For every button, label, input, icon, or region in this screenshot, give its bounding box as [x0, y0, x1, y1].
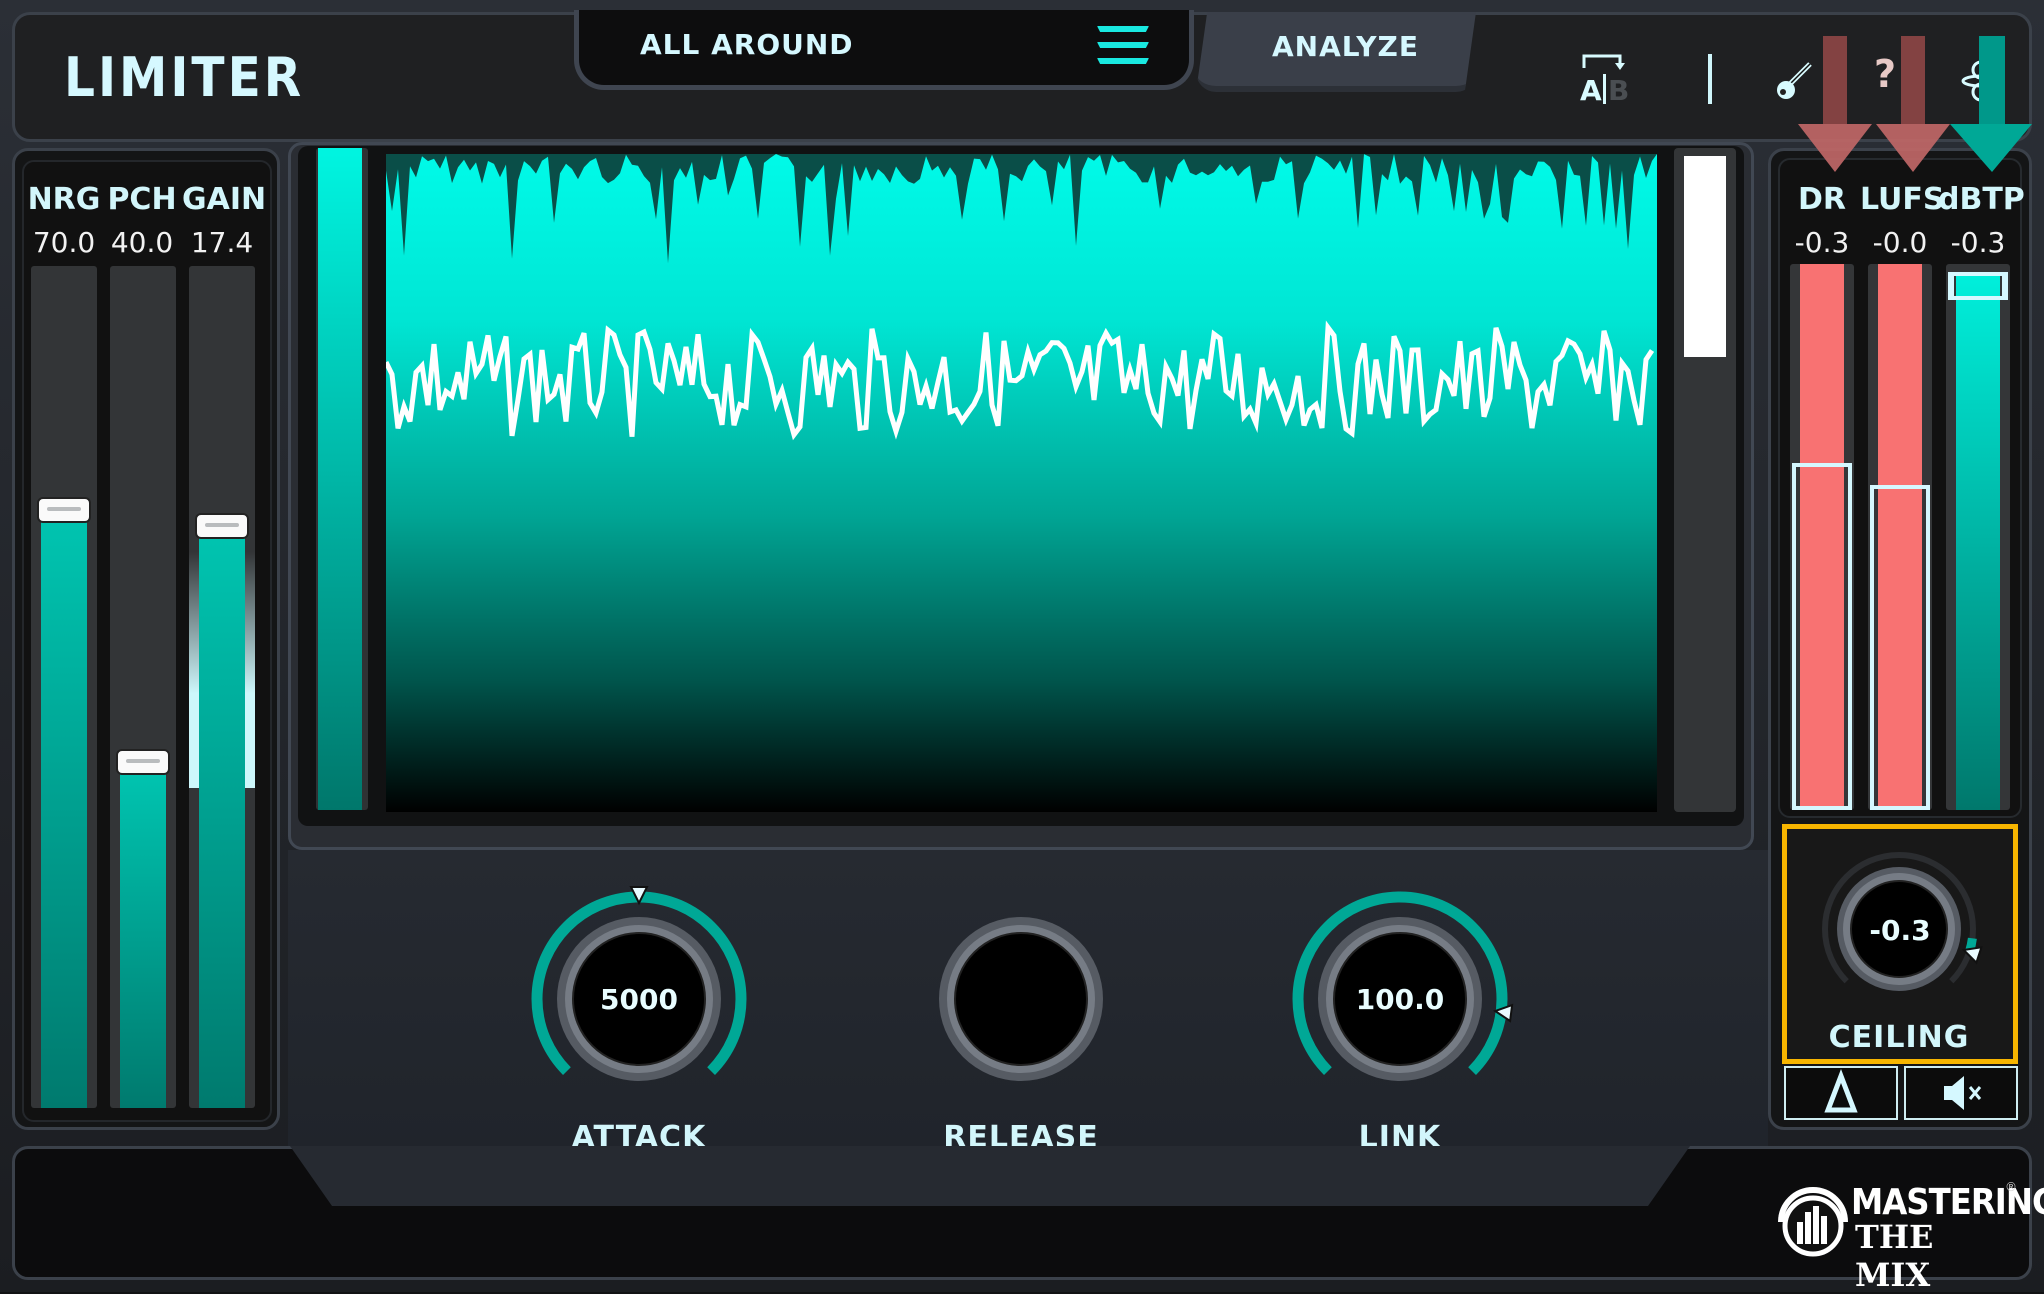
nrg-value[interactable]: 70.0 — [24, 226, 104, 259]
annotation-arrow-dr — [1798, 36, 1872, 172]
waveform-display — [386, 154, 1657, 812]
pch-value[interactable]: 40.0 — [102, 226, 182, 259]
dr-label: DR — [1797, 182, 1846, 217]
footer-notch — [290, 1146, 1690, 1206]
preset-menu-icon[interactable] — [1097, 26, 1149, 70]
dbtp-value: -0.3 — [1950, 226, 2006, 259]
gain-reduction-fill — [1684, 156, 1726, 357]
svg-text:A: A — [1580, 74, 1602, 104]
nrg-slider-fill — [41, 518, 87, 1108]
waveform-svg — [386, 154, 1657, 441]
lufs-meter — [1868, 264, 1932, 810]
svg-text:B: B — [1608, 74, 1629, 104]
mute-icon — [1944, 1076, 1982, 1110]
nrg-slider-handle[interactable] — [37, 496, 91, 523]
input-level-meter — [316, 148, 368, 810]
gain-reduction-trace — [386, 154, 1657, 264]
dr-target-bracket — [1792, 463, 1852, 810]
ab-compare-icon[interactable]: A B — [1578, 52, 1630, 104]
lufs-value: -0.0 — [1872, 226, 1928, 259]
nrg-label: NRG — [27, 182, 101, 217]
dr-value: -0.3 — [1794, 226, 1850, 259]
ceiling-value[interactable]: -0.3 — [1840, 914, 1960, 947]
dbtp-target-bracket — [1948, 272, 2008, 301]
brand-registered: ® — [2005, 1180, 2017, 1194]
gain-label: GAIN — [182, 182, 267, 217]
brand-line2: THE MIX — [1855, 1218, 1934, 1294]
annotation-arrows — [1798, 36, 2032, 172]
dr-meter — [1790, 264, 1854, 810]
dbtp-label: dBTP — [1938, 182, 2025, 217]
pch-label: PCH — [107, 182, 177, 217]
input-level-fill — [318, 148, 362, 810]
pch-slider-handle[interactable] — [116, 749, 170, 776]
gain-slider-fill — [199, 535, 245, 1108]
gain-reduction-meter — [1674, 148, 1736, 812]
pch-slider-fill — [120, 771, 166, 1108]
headphones-logo-icon — [1778, 1187, 1848, 1257]
lufs-label: LUFS — [1860, 182, 1945, 217]
gain-slider-handle[interactable] — [195, 513, 249, 540]
annotation-arrow-dbtp — [1950, 36, 2032, 172]
attack-value[interactable]: 5000 — [569, 983, 709, 1016]
ceiling-label: CEILING — [1828, 1020, 1970, 1055]
link-value[interactable]: 100.0 — [1330, 983, 1470, 1016]
dbtp-meter — [1946, 264, 2010, 810]
input-waveform-line — [386, 320, 1655, 441]
mute-button[interactable] — [1904, 1066, 2018, 1120]
gain-slider[interactable] — [189, 266, 255, 1108]
analyze-label[interactable]: ANALYZE — [1272, 30, 1419, 63]
brand-logo: MASTERING ® THE MIX — [1775, 1178, 2044, 1294]
pch-slider[interactable] — [110, 266, 176, 1108]
release-knob[interactable] — [901, 879, 1141, 1119]
annotation-arrow-lufs — [1876, 36, 1950, 172]
preset-name[interactable]: ALL AROUND — [640, 28, 854, 61]
lufs-target-bracket — [1870, 485, 1930, 810]
dbtp-meter-fill — [1956, 272, 2000, 810]
delta-button[interactable] — [1784, 1066, 1898, 1120]
gain-value[interactable]: 17.4 — [182, 226, 262, 259]
plugin-title: LIMITER — [64, 46, 305, 109]
delta-icon — [1824, 1068, 1858, 1113]
header-divider — [1708, 54, 1712, 104]
nrg-slider[interactable] — [31, 266, 97, 1108]
